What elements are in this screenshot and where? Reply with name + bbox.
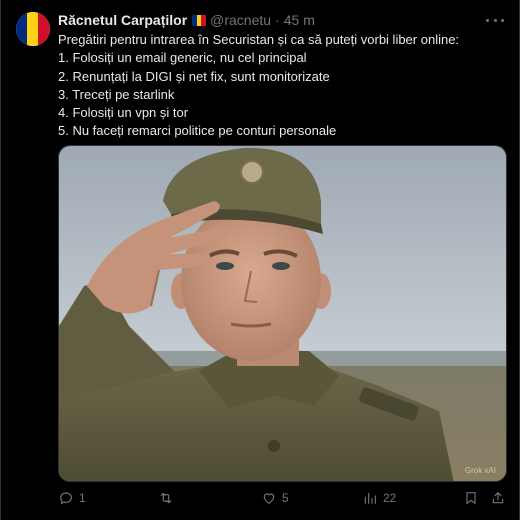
tweet-line: Pregătiri pentru intrarea în Securistan … (58, 32, 460, 47)
avatar[interactable] (16, 12, 50, 46)
image-watermark: Grok xAI (464, 466, 496, 475)
reply-icon (60, 492, 72, 505)
tweet-line: 5. Nu faceți remarci politice pe conturi… (58, 123, 337, 139)
tweet-container[interactable]: Răcnetul Carpaților @racnetu · 45 m Preg… (0, 0, 520, 520)
like-count: 5 (282, 491, 289, 505)
more-options-icon[interactable] (486, 13, 504, 27)
timestamp[interactable]: 45 m (284, 12, 315, 28)
repost-button[interactable] (158, 490, 179, 506)
views-icon (364, 492, 376, 504)
like-icon (263, 493, 275, 504)
bookmark-icon (466, 492, 476, 504)
tweet-line: 2. Renunțați la DIGI și net fix, sunt mo… (58, 68, 330, 84)
share-button[interactable] (490, 490, 506, 506)
bookmark-button[interactable] (463, 490, 479, 506)
author-handle[interactable]: @racnetu (210, 12, 271, 28)
views-count: 22 (383, 491, 397, 505)
tweet-line: 1. Folosiți un email generic, nu cel pri… (58, 50, 307, 66)
romania-flag-icon (192, 14, 207, 26)
separator-dot: · (275, 12, 280, 28)
tweet-line: 4. Folosiți un vpn și tor (58, 105, 189, 121)
action-bar: 1 5 22 (58, 490, 507, 512)
repost-icon (160, 492, 172, 504)
reply-button[interactable]: 1 (58, 490, 86, 506)
reply-count: 1 (79, 491, 86, 505)
share-icon (492, 492, 504, 504)
tweet-image[interactable]: Grok xAI (58, 145, 507, 482)
soldier-saluting-image (59, 146, 506, 481)
like-button[interactable]: 5 (261, 490, 289, 506)
tweet-header: Răcnetul Carpaților @racnetu · 45 m (58, 11, 315, 29)
author-name[interactable]: Răcnetul Carpaților (58, 12, 187, 28)
tweet-line: 3. Treceți pe starlink (58, 86, 175, 102)
tweet-text: Pregătiri pentru intrarea în Securistan … (58, 31, 508, 141)
views-button[interactable]: 22 (362, 490, 396, 506)
